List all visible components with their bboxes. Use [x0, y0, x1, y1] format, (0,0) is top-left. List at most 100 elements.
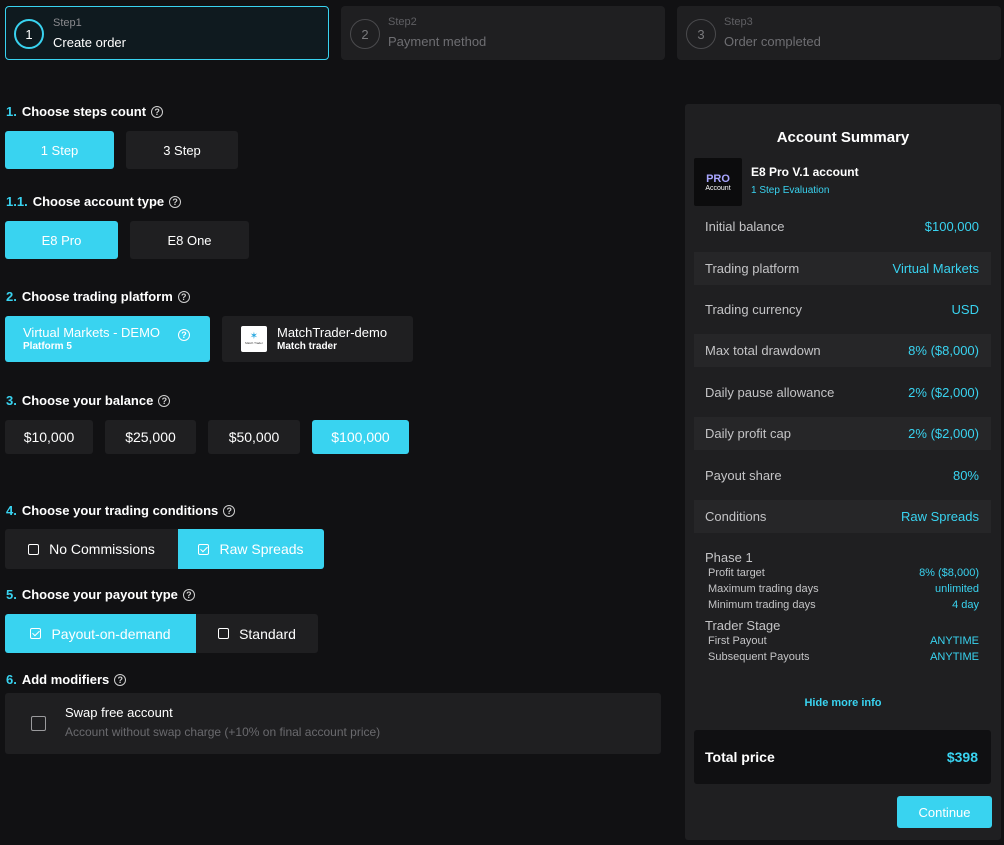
row-key: Trading platform: [705, 261, 800, 276]
help-icon[interactable]: ?: [114, 673, 127, 686]
swap-free-title: Swap free account: [65, 705, 173, 720]
option-no-commissions[interactable]: No Commissions: [5, 529, 178, 569]
summary-title: Account Summary: [776, 129, 910, 146]
help-icon[interactable]: ?: [182, 588, 195, 601]
option-payout-on-demand[interactable]: Payout-on-demand: [5, 614, 196, 653]
phase-title: Phase 1: [705, 550, 753, 565]
summary-row: Trading currency USD: [694, 293, 991, 326]
step-3[interactable]: 3 Step3 Order completed: [677, 6, 1001, 60]
section-steps-count: 1. Choose steps count ?: [6, 104, 164, 119]
option-label: Raw Spreads: [219, 541, 304, 557]
help-icon[interactable]: ?: [177, 290, 190, 303]
section-number: 2.: [6, 289, 17, 304]
help-icon[interactable]: ?: [178, 329, 190, 341]
option-label: Standard: [239, 625, 296, 642]
row-value: $100,000: [924, 219, 979, 234]
platform-sub: Match trader: [277, 340, 338, 352]
logo-text: Match Trader: [245, 341, 263, 345]
row-key: Max total drawdown: [705, 343, 821, 358]
hide-more-info-link[interactable]: Hide more info: [685, 697, 1001, 709]
section-number: 1.: [6, 104, 17, 119]
option-virtual-markets[interactable]: Virtual Markets - DEMO Platform 5 ?: [5, 316, 210, 362]
option-raw-spreads[interactable]: Raw Spreads: [178, 529, 324, 569]
phase-key: Maximum trading days: [708, 583, 819, 595]
phase-key: Profit target: [708, 567, 765, 579]
section-number: 4.: [6, 503, 17, 518]
summary-row: Payout share 80%: [694, 459, 991, 492]
option-standard[interactable]: Standard: [196, 614, 318, 653]
option-label: No Commissions: [49, 541, 155, 557]
balance-10000[interactable]: $10,000: [5, 420, 93, 454]
platform-sub: Platform 5: [23, 340, 72, 352]
row-key: Payout share: [705, 468, 782, 483]
trader-stage-title: Trader Stage: [705, 618, 781, 633]
summary-row: Daily pause allowance 2% ($2,000): [694, 376, 991, 409]
phase-value: 4 day: [952, 599, 979, 611]
help-icon[interactable]: ?: [169, 195, 182, 208]
checkbox-icon[interactable]: [31, 716, 46, 731]
section-conditions: 4. Choose your trading conditions ?: [6, 503, 236, 518]
row-value: 80%: [952, 468, 979, 483]
continue-button[interactable]: Continue: [897, 796, 992, 828]
option-3-step[interactable]: 3 Step: [126, 131, 238, 169]
option-e8-one[interactable]: E8 One: [130, 221, 249, 259]
row-key: Trading currency: [705, 302, 803, 317]
step-label: Step1: [53, 17, 82, 29]
phase-value: unlimited: [934, 583, 979, 595]
balance-50000[interactable]: $50,000: [208, 420, 300, 454]
section-title: Add modifiers: [21, 672, 110, 687]
account-sub: 1 Step Evaluation: [751, 185, 830, 196]
row-value: 2% ($2,000): [908, 426, 979, 441]
row-value: Virtual Markets: [892, 261, 979, 276]
help-icon[interactable]: ?: [151, 105, 164, 118]
section-number: 1.1.: [6, 194, 28, 209]
account-name: E8 Pro V.1 account: [751, 165, 859, 179]
swap-free-option[interactable]: Swap free account Account without swap c…: [5, 693, 661, 754]
matchtrader-logo: ✶ Match Trader: [241, 326, 267, 352]
checkbox-icon: [28, 543, 40, 555]
step-1[interactable]: 1 Step1 Create order: [5, 6, 329, 60]
stage-value: ANYTIME: [930, 635, 979, 647]
section-modifiers: 6. Add modifiers ?: [6, 672, 127, 687]
step-title: Create order: [53, 35, 126, 50]
section-balance: 3. Choose your balance ?: [6, 393, 171, 408]
option-e8-pro[interactable]: E8 Pro: [5, 221, 118, 259]
option-matchtrader[interactable]: ✶ Match Trader MatchTrader-demo Match tr…: [222, 316, 413, 362]
summary-row: Daily profit cap 2% ($2,000): [694, 417, 991, 450]
section-number: 5.: [6, 587, 17, 602]
stage-key: First Payout: [708, 635, 767, 647]
section-title: Choose trading platform: [21, 289, 173, 304]
section-title: Choose your balance: [21, 393, 154, 408]
section-title: Choose your trading conditions: [21, 503, 219, 518]
badge-bottom: Account: [705, 184, 731, 192]
phase-key: Minimum trading days: [708, 599, 816, 611]
step-2[interactable]: 2 Step2 Payment method: [341, 6, 665, 60]
section-number: 3.: [6, 393, 17, 408]
checkbox-checked-icon: [198, 543, 210, 555]
pro-account-badge: PRO Account: [694, 158, 742, 206]
summary-row: Initial balance $100,000: [694, 210, 991, 243]
step-number: 2: [350, 19, 380, 49]
stage-value: ANYTIME: [930, 651, 979, 663]
help-icon[interactable]: ?: [223, 504, 236, 517]
platform-name: MatchTrader-demo: [277, 324, 388, 340]
total-price-box: Total price $398: [694, 730, 991, 784]
step-label: Step3: [724, 16, 753, 28]
balance-100000[interactable]: $100,000: [312, 420, 409, 454]
section-payout: 5. Choose your payout type ?: [6, 587, 195, 602]
section-number: 6.: [6, 672, 17, 687]
platform-name: Virtual Markets - DEMO: [23, 324, 161, 340]
option-1-step[interactable]: 1 Step: [5, 131, 114, 169]
balance-25000[interactable]: $25,000: [105, 420, 196, 454]
summary-row: Conditions Raw Spreads: [694, 500, 991, 533]
row-value: 2% ($2,000): [908, 385, 979, 400]
phase-value: 8% ($8,000): [919, 567, 979, 579]
step-title: Payment method: [388, 34, 487, 49]
help-icon[interactable]: ?: [158, 394, 171, 407]
checkbox-icon: [218, 628, 230, 639]
row-key: Conditions: [705, 509, 767, 524]
summary-row: Trading platform Virtual Markets: [694, 252, 991, 285]
section-title: Choose account type: [32, 194, 165, 209]
step-number: 1: [14, 19, 44, 49]
account-summary-panel: Account Summary PRO Account E8 Pro V.1 a…: [685, 104, 1001, 840]
